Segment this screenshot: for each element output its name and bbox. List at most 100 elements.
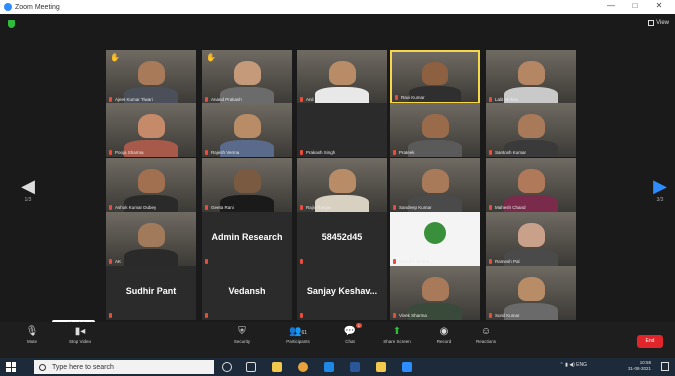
participant-tile[interactable]: Swachh Bharat: [390, 212, 480, 266]
file-explorer-icon[interactable]: [272, 362, 282, 372]
sticky-notes-icon[interactable]: [376, 362, 386, 372]
muted-mic-icon: [393, 313, 396, 318]
word-icon[interactable]: [350, 362, 360, 372]
participants-button[interactable]: 👥61 Participants: [278, 325, 318, 344]
participant-video: [486, 212, 576, 266]
participant-tile[interactable]: Lalit Mohan: [486, 50, 576, 104]
zoom-taskbar-icon[interactable]: [402, 362, 412, 372]
participant-tile[interactable]: Rajesh Verma: [202, 103, 292, 157]
participant-tile[interactable]: Admin Research: [202, 212, 292, 266]
muted-mic-icon: [300, 97, 303, 102]
chat-button[interactable]: 💬 1 Chat: [330, 323, 370, 344]
participant-tile[interactable]: Vedansh: [202, 266, 292, 320]
search-icon: [39, 363, 46, 371]
window-title: Zoom Meeting: [15, 3, 60, 11]
task-view-icon[interactable]: [246, 362, 256, 372]
shield-icon: ⛨: [238, 326, 246, 337]
security-button[interactable]: ⛨ Security: [222, 325, 262, 344]
participants-count: 61: [301, 330, 307, 336]
participant-tile[interactable]: ✋ Anand Prakash: [202, 50, 292, 104]
participant-face: [517, 113, 545, 139]
participant-display-name: 58452d45: [321, 232, 363, 242]
participant-name: Pooja Sharma: [115, 150, 144, 155]
end-meeting-button[interactable]: End: [637, 335, 663, 348]
muted-mic-icon: [205, 259, 208, 264]
participant-display-name: Sudhir Pant: [125, 286, 177, 296]
muted-mic-icon: [393, 259, 396, 264]
participant-tile[interactable]: Ramesh Pal: [486, 212, 576, 266]
participant-face: [233, 113, 261, 139]
participant-body: [124, 248, 178, 266]
chat-icon: 💬: [343, 326, 357, 337]
participant-video: [390, 266, 480, 320]
participant-tile[interactable]: Sudhir Pant: [106, 266, 196, 320]
next-page-arrow[interactable]: ▶ 3/3: [652, 175, 668, 203]
reactions-label: Reactions: [475, 339, 496, 344]
participant-face: [517, 168, 545, 194]
participant-name: Ravi Kumar: [401, 95, 425, 100]
participant-tile[interactable]: Sanjay Keshav...: [297, 266, 387, 320]
participant-tile[interactable]: Ravi Kumar: [390, 50, 480, 104]
participant-tile[interactable]: Vivek Sharma: [390, 266, 480, 320]
mute-button[interactable]: 🎙 Mute: [12, 325, 52, 344]
participant-video: [390, 158, 480, 212]
view-button[interactable]: View: [648, 20, 669, 26]
video-camera-icon: ▮◂: [74, 326, 86, 337]
participant-face: [517, 276, 545, 302]
participant-face: [233, 60, 261, 86]
participant-name: Rajesh Verma: [211, 150, 240, 155]
title-bar: Zoom Meeting — □ ✕: [0, 0, 675, 14]
search-placeholder: Type here to search: [52, 363, 114, 371]
participant-video: [486, 50, 576, 104]
participant-name: Mahesh Chand: [495, 205, 526, 210]
participant-tile[interactable]: Ashok Kumar Dubey: [106, 158, 196, 212]
microphone-icon: 🎙: [25, 326, 39, 337]
participant-tile[interactable]: Santosh Kumar: [486, 103, 576, 157]
participant-tile[interactable]: Sunil Kumar: [486, 266, 576, 320]
cortana-icon[interactable]: [222, 362, 232, 372]
security-shield-icon[interactable]: [8, 20, 15, 28]
participant-tile[interactable]: Pooja Sharma: [106, 103, 196, 157]
participant-tile[interactable]: Prateek: [390, 103, 480, 157]
chat-badge: 1: [355, 323, 362, 328]
participant-tile[interactable]: Geeta Rani: [202, 158, 292, 212]
participant-face: [233, 168, 261, 194]
participant-tile[interactable]: Rajiv Ranjan: [297, 158, 387, 212]
muted-mic-icon: [300, 150, 303, 155]
taskbar-search-box[interactable]: Type here to search: [34, 360, 214, 374]
stop-video-button[interactable]: ▮◂ Stop Video: [60, 325, 100, 344]
participant-tile[interactable]: Mahesh Chand: [486, 158, 576, 212]
chevron-right-icon: ▶: [653, 176, 667, 196]
share-screen-label: Share Screen: [383, 339, 411, 344]
reactions-button[interactable]: ☺ Reactions: [466, 325, 506, 344]
close-button[interactable]: ✕: [647, 1, 671, 10]
participant-body: [408, 139, 462, 157]
participant-name: Sunil Kumar: [495, 313, 520, 318]
notification-icon[interactable]: [661, 362, 669, 371]
muted-mic-icon: [395, 95, 398, 100]
prev-page-number: 1/3: [24, 197, 32, 203]
participant-face: [137, 222, 165, 248]
raised-hand-icon: ✋: [110, 53, 120, 62]
participant-logo-image: [390, 212, 480, 266]
edge-icon[interactable]: [324, 362, 334, 372]
participant-tile[interactable]: Sandeep Kumar: [390, 158, 480, 212]
maximize-button[interactable]: □: [623, 1, 647, 10]
participant-tile[interactable]: Anil Sharma: [297, 50, 387, 104]
participant-video: [202, 158, 292, 212]
prev-page-arrow[interactable]: ◀ 1/3: [20, 175, 36, 203]
taskbar-clock[interactable]: 10:58 31-08-2021: [628, 360, 651, 372]
minimize-button[interactable]: —: [599, 1, 623, 10]
participant-tile[interactable]: 58452d45: [297, 212, 387, 266]
participant-name: Sandeep Kumar: [399, 205, 432, 210]
windows-start-icon[interactable]: [6, 362, 16, 372]
participant-tile[interactable]: Prakash Singh: [297, 103, 387, 157]
tray-icons[interactable]: ⌃ ▮ ◀) ENG: [560, 362, 587, 368]
record-button[interactable]: ◉ Record: [424, 325, 464, 344]
muted-mic-icon: [109, 205, 112, 210]
share-screen-button[interactable]: ⬆ Share Screen: [377, 325, 417, 344]
participant-tile[interactable]: AK: [106, 212, 196, 266]
participant-tile[interactable]: ✋ Ajeet Kumar Tiwari: [106, 50, 196, 104]
chrome-icon[interactable]: [298, 362, 308, 372]
participant-name: Vivek Sharma: [399, 313, 427, 318]
